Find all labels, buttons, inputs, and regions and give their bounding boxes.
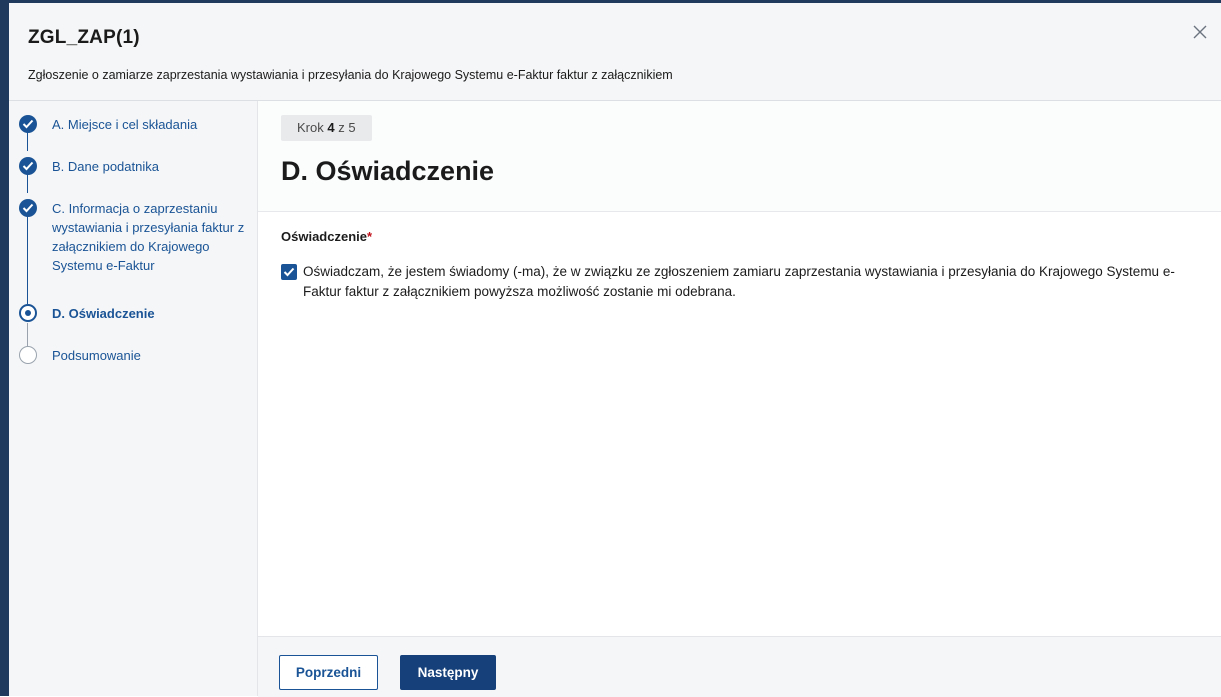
section-header: Krok 4 z 5 D. Oświadczenie <box>258 101 1221 212</box>
step-connector <box>27 215 28 304</box>
declaration-checkbox-label[interactable]: Oświadczam, że jestem świadomy (-ma), że… <box>303 262 1183 302</box>
declaration-field-label: Oświadczenie* <box>281 229 372 244</box>
step-label: B. Dane podatnika <box>52 159 159 174</box>
required-marker: * <box>366 229 373 244</box>
step-pending-icon <box>19 346 37 364</box>
step-current-icon <box>19 304 37 322</box>
step-counter-suffix: z 5 <box>338 120 356 135</box>
previous-button[interactable]: Poprzedni <box>279 655 378 690</box>
step-done-check-icon <box>19 199 37 217</box>
step-label: A. Miejsce i cel składania <box>52 117 198 132</box>
step-counter-current: 4 <box>327 120 335 135</box>
next-button[interactable]: Następny <box>400 655 496 690</box>
step-done-check-icon <box>19 157 37 175</box>
checkmark-icon <box>283 267 295 277</box>
declaration-checkbox[interactable] <box>281 264 297 280</box>
close-icon <box>1193 25 1207 39</box>
main-content: Krok 4 z 5 D. Oświadczenie Oświadczenie*… <box>258 101 1221 636</box>
close-button[interactable] <box>1189 21 1211 43</box>
dialog-title: ZGL_ZAP(1) <box>28 27 140 48</box>
step-done-check-icon <box>19 115 37 133</box>
step-label: D. Oświadczenie <box>52 306 155 321</box>
step-label: C. Informacja o zaprzestaniu wystawiania… <box>52 201 245 273</box>
step-label: Podsumowanie <box>52 348 141 363</box>
declaration-label-text: Oświadczenie <box>281 229 367 244</box>
steps-sidebar: A. Miejsce i cel składania B. Dane podat… <box>9 101 258 696</box>
step-counter-prefix: Krok <box>297 120 324 135</box>
dialog-footer: Poprzedni Następny <box>258 636 1221 697</box>
step-connector <box>27 131 28 151</box>
step-connector <box>27 173 28 193</box>
section-title: D. Oświadczenie <box>281 156 495 186</box>
step-connector <box>27 323 28 347</box>
dialog-subtitle: Zgłoszenie o zamiarze zaprzestania wysta… <box>28 68 673 82</box>
dialog-header: ZGL_ZAP(1) Zgłoszenie o zamiarze zaprzes… <box>9 3 1221 101</box>
step-counter-badge: Krok 4 z 5 <box>281 115 372 141</box>
